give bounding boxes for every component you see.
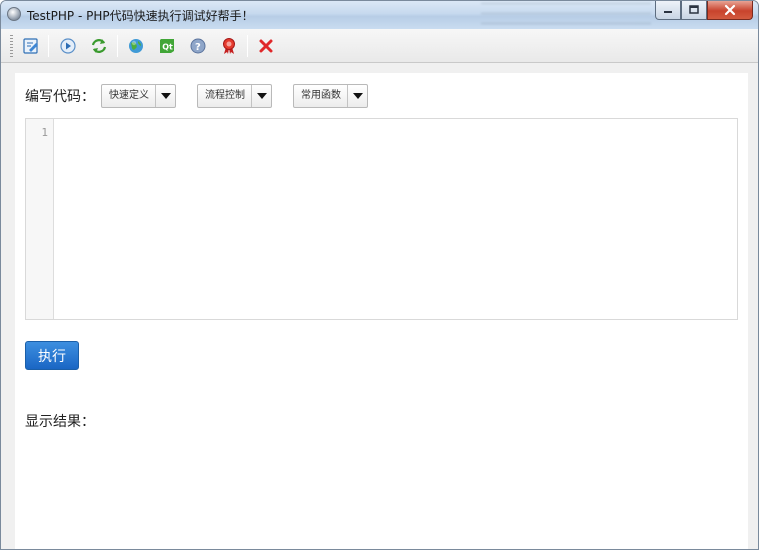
code-editor[interactable]: 1 <box>25 118 738 320</box>
maximize-icon <box>689 5 699 14</box>
qt-icon: Qt <box>160 39 174 53</box>
line-number-gutter: 1 <box>26 119 54 319</box>
title-bar[interactable]: TestPHP - PHP代码快速执行调试好帮手！ <box>1 1 758 29</box>
svg-text:Qt: Qt <box>162 43 173 52</box>
edit-script-icon <box>23 38 38 54</box>
main-panel: 编写代码： 快速定义 流程控制 常用函数 1 执行 显示结果： <box>15 73 748 549</box>
close-tool-button[interactable] <box>256 36 276 56</box>
toolbar-separator <box>117 35 118 57</box>
quick-define-dropdown[interactable]: 快速定义 <box>101 84 176 108</box>
dropdown-label: 流程控制 <box>205 90 245 101</box>
window-controls <box>655 1 753 20</box>
code-label: 编写代码： <box>25 89 95 105</box>
execute-button[interactable]: 执行 <box>25 341 79 370</box>
edit-script-button[interactable] <box>21 36 41 56</box>
close-icon <box>724 4 736 16</box>
refresh-button[interactable] <box>89 36 109 56</box>
dropdown-label: 快速定义 <box>109 90 149 101</box>
play-icon <box>60 38 76 54</box>
close-button[interactable] <box>707 1 753 20</box>
toolbar-grip[interactable] <box>10 35 13 57</box>
svg-text:?: ? <box>195 42 201 53</box>
toolbar: Qt ? <box>1 29 758 63</box>
refresh-icon <box>91 39 107 53</box>
help-button[interactable]: ? <box>188 36 208 56</box>
minimize-icon <box>664 11 672 13</box>
globe-button[interactable] <box>126 36 146 56</box>
app-window: TestPHP - PHP代码快速执行调试好帮手！ Qt ? 编写代码： 快速定… <box>0 0 759 550</box>
app-icon <box>7 7 21 21</box>
run-button[interactable] <box>58 36 78 56</box>
maximize-button[interactable] <box>681 1 707 20</box>
window-title: TestPHP - PHP代码快速执行调试好帮手！ <box>27 9 254 23</box>
award-icon <box>223 38 235 54</box>
close-x-icon <box>259 39 273 53</box>
code-input-area[interactable] <box>55 119 737 319</box>
qt-button[interactable]: Qt <box>157 36 177 56</box>
common-functions-dropdown[interactable]: 常用函数 <box>293 84 368 108</box>
line-number: 1 <box>41 126 48 139</box>
chevron-down-icon <box>155 85 175 107</box>
globe-icon <box>129 39 143 53</box>
chevron-down-icon <box>347 85 367 107</box>
chevron-down-icon <box>251 85 271 107</box>
result-label: 显示结果： <box>25 414 95 430</box>
background-blur <box>481 3 651 25</box>
toolbar-separator <box>247 35 248 57</box>
flow-control-dropdown[interactable]: 流程控制 <box>197 84 272 108</box>
help-icon: ? <box>190 38 206 54</box>
toolbar-separator <box>48 35 49 57</box>
minimize-button[interactable] <box>655 1 681 20</box>
dropdown-label: 常用函数 <box>301 90 341 101</box>
award-button[interactable] <box>219 36 239 56</box>
